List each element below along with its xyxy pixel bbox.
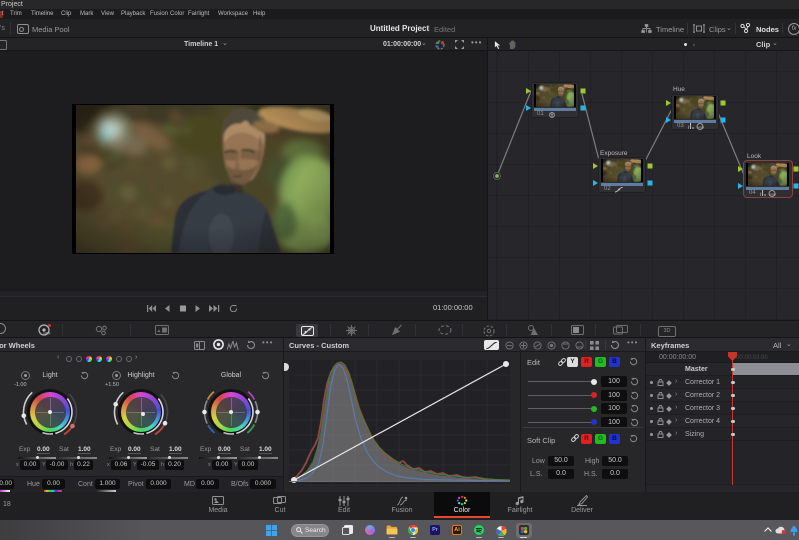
- svg-text:HDR: HDR: [44, 332, 52, 336]
